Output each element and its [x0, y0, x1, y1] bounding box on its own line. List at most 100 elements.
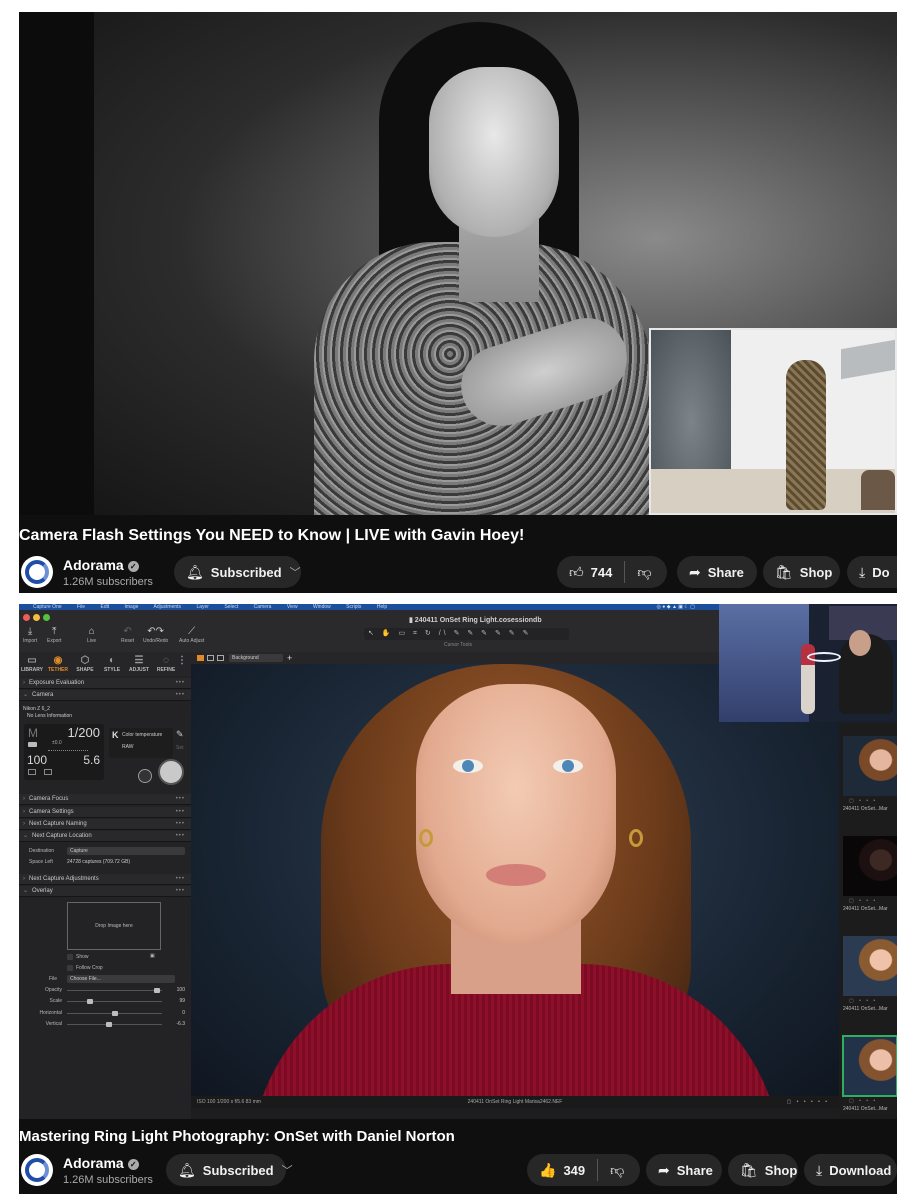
horizontal-slider[interactable]: [67, 1011, 162, 1016]
undo-redo-button[interactable]: ↶↷ Undo/Redo: [143, 626, 168, 644]
more-icon[interactable]: •••: [176, 886, 185, 897]
export-button[interactable]: ⤒ Export: [47, 626, 61, 644]
grid-view-icon[interactable]: [197, 655, 204, 661]
more-icon[interactable]: •••: [176, 831, 185, 842]
video-title[interactable]: Mastering Ring Light Photography: OnSet …: [19, 1128, 455, 1145]
show-checkbox[interactable]: [67, 954, 73, 960]
shop-button[interactable]: 🛍︎ Shop: [763, 556, 840, 588]
background-select[interactable]: Background: [229, 654, 283, 662]
section-next-capture-naming[interactable]: › Next Capture Naming •••: [19, 819, 191, 830]
window-zoom-button[interactable]: [43, 614, 50, 621]
section-camera-focus[interactable]: › Camera Focus •••: [19, 794, 191, 805]
tab-library[interactable]: ▭ LIBRARY: [19, 654, 45, 673]
shutter-speed[interactable]: 1/200: [67, 725, 100, 740]
aperture-value[interactable]: 5.6: [83, 753, 100, 767]
channel-name[interactable]: Adorama ✓: [63, 557, 139, 573]
vertical-value[interactable]: -6.3: [165, 1021, 185, 1027]
color-temperature-label[interactable]: Color temperature: [122, 732, 162, 738]
section-next-capture-location[interactable]: ⌄ Next Capture Location •••: [19, 831, 191, 842]
dislike-button[interactable]: 👎︎: [598, 1154, 636, 1186]
video-title[interactable]: Camera Flash Settings You NEED to Know |…: [19, 527, 524, 545]
single-view-icon[interactable]: [207, 655, 214, 661]
thumbnail-4-selected[interactable]: [842, 1035, 897, 1097]
video-player-1[interactable]: [19, 12, 897, 515]
exposure-mode[interactable]: M: [28, 726, 38, 740]
section-exposure-evaluation[interactable]: › Exposure Evaluation •••: [19, 678, 191, 689]
subscribed-button[interactable]: 🔔︎ Subscribed ﹀: [166, 1154, 293, 1186]
compare-view-icon[interactable]: [217, 655, 224, 661]
subscribed-button[interactable]: 🔔︎ Subscribed ﹀: [174, 556, 301, 588]
horizontal-value[interactable]: 0: [165, 1010, 185, 1016]
thumbnail-rating[interactable]: ▢ • • •: [849, 898, 877, 904]
dislike-button[interactable]: 👎︎: [625, 556, 663, 588]
opacity-slider[interactable]: [67, 988, 162, 993]
camera-model[interactable]: Nikon Z 6_2 No Lens Information: [23, 706, 72, 720]
tab-tether[interactable]: ◉ TETHER: [45, 654, 71, 673]
more-icon[interactable]: •••: [176, 794, 185, 805]
scale-slider-handle[interactable]: [86, 999, 93, 1004]
opacity-value[interactable]: 100: [165, 987, 185, 993]
more-tabs-button[interactable]: ⋮: [177, 654, 187, 667]
scale-value[interactable]: 99: [165, 998, 185, 1004]
section-overlay[interactable]: ⌄ Overlay •••: [19, 886, 191, 897]
eyedropper-icon[interactable]: ✎: [176, 729, 184, 740]
thumbnail-1[interactable]: [843, 736, 897, 796]
set-button[interactable]: Set: [176, 745, 184, 751]
channel-avatar[interactable]: [21, 556, 53, 588]
more-icon[interactable]: •••: [176, 690, 185, 701]
reset-button[interactable]: ↶ Reset: [121, 626, 134, 644]
tab-style[interactable]: ◐ STYLE: [99, 654, 125, 673]
destination-select[interactable]: Capture: [67, 847, 185, 855]
channel-avatar[interactable]: [21, 1154, 53, 1186]
auto-adjust-button[interactable]: ⟋ Auto Adjust: [179, 626, 204, 644]
drive-mode-icon[interactable]: [28, 769, 36, 775]
more-icon[interactable]: •••: [176, 819, 185, 830]
more-icon[interactable]: •••: [176, 807, 185, 818]
more-icon[interactable]: •••: [176, 678, 185, 689]
tab-adjust[interactable]: ☰ ADJUST: [126, 654, 152, 673]
download-button[interactable]: ⤓ Download: [804, 1154, 897, 1186]
more-icon[interactable]: •••: [176, 874, 185, 885]
vertical-slider-handle[interactable]: [106, 1022, 113, 1027]
section-camera[interactable]: ⌄ Camera •••: [19, 690, 191, 701]
shop-button[interactable]: 🛍︎ Shop: [728, 1154, 798, 1186]
vertical-slider[interactable]: [67, 1022, 162, 1027]
image-viewer[interactable]: [191, 664, 839, 1096]
metering-icon[interactable]: [44, 769, 52, 775]
import-button[interactable]: ⤓ Import: [23, 626, 37, 644]
section-next-capture-adjustments[interactable]: › Next Capture Adjustments •••: [19, 874, 191, 885]
share-button[interactable]: ➦ Share: [646, 1154, 722, 1186]
window-close-button[interactable]: [23, 614, 30, 621]
iso-value[interactable]: 100: [27, 753, 47, 767]
live-button[interactable]: ⌂ Live: [87, 626, 96, 644]
section-camera-settings[interactable]: › Camera Settings •••: [19, 807, 191, 818]
file-select[interactable]: Choose File...: [67, 975, 175, 983]
scale-slider[interactable]: [67, 999, 162, 1004]
overlay-drop-zone[interactable]: Drop Image here: [67, 902, 161, 950]
video-player-2[interactable]: Capture One File Edit Image Adjustments …: [19, 604, 897, 1119]
pan-tool-icon[interactable]: ✋: [382, 630, 394, 637]
thumbnail-3[interactable]: [843, 936, 897, 996]
tab-refine[interactable]: ◌ REFINE: [153, 654, 179, 673]
live-view-button[interactable]: [138, 769, 152, 783]
download-button[interactable]: ⤓ Do: [847, 556, 897, 588]
cursor-tools-strip[interactable]: ↖ ✋ ▭ ⌗ ↻ /\ ✎ ✎ ✎ ✎ ✎ ✎: [364, 628, 569, 640]
horizontal-slider-handle[interactable]: [111, 1011, 118, 1016]
like-button[interactable]: 👍 349: [527, 1154, 597, 1186]
share-button[interactable]: ➦ Share: [677, 556, 757, 588]
tab-shape[interactable]: ⬡ SHAPE: [72, 654, 98, 673]
rating-stars[interactable]: ▢ • • • • •: [787, 1096, 829, 1108]
thumbnail-rating[interactable]: ▢ • • •: [849, 998, 877, 1004]
opacity-slider-handle[interactable]: [154, 988, 161, 993]
thumbnail-rating[interactable]: ▢ • • •: [849, 798, 877, 804]
capture-button[interactable]: [158, 759, 184, 785]
window-minimize-button[interactable]: [33, 614, 40, 621]
format-label[interactable]: RAW: [122, 744, 133, 750]
channel-name[interactable]: Adorama ✓: [63, 1155, 139, 1171]
follow-crop-checkbox[interactable]: [67, 965, 73, 971]
like-button[interactable]: 👍︎ 744: [557, 556, 624, 588]
add-icon[interactable]: +: [287, 652, 292, 664]
thumbnail-2[interactable]: [843, 836, 897, 896]
thumbnail-rating[interactable]: ▢ • • •: [849, 1098, 877, 1104]
overlay-folder-icon[interactable]: ▣: [150, 953, 155, 959]
